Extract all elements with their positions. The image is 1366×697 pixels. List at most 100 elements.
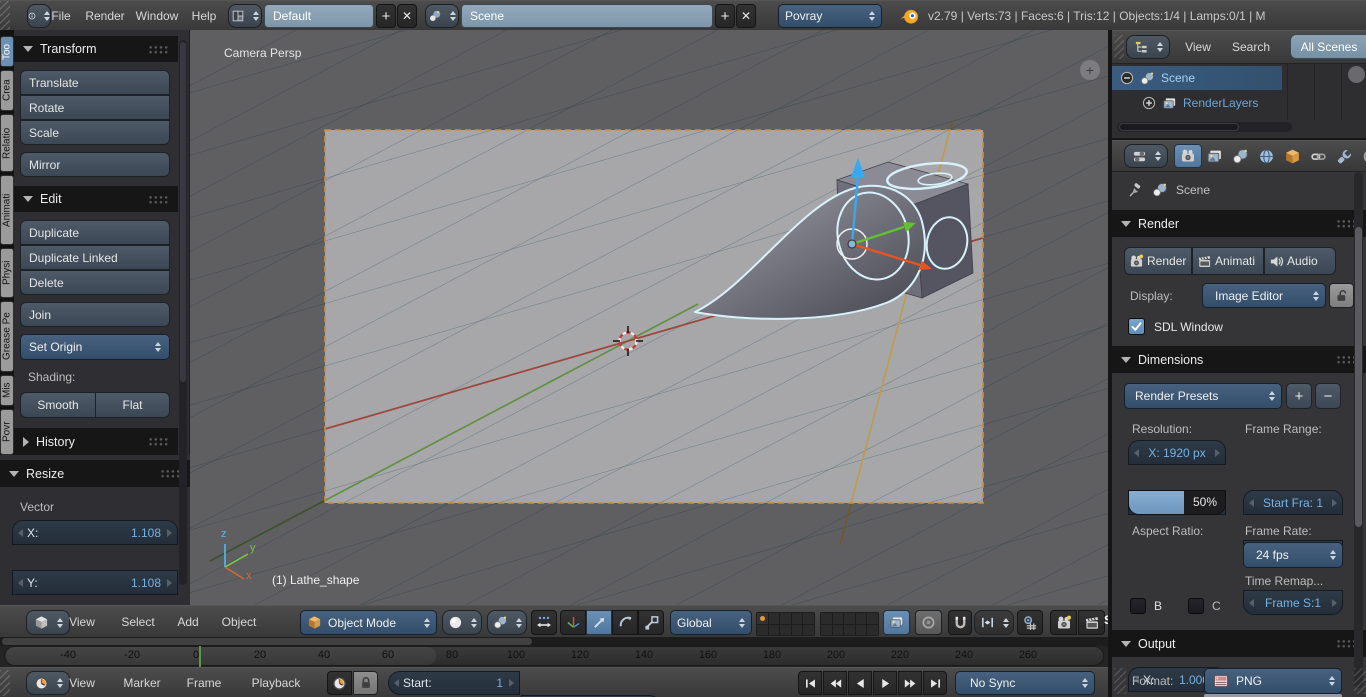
preset-add-button[interactable]: + [1286, 383, 1312, 409]
layer-cell[interactable] [792, 613, 803, 624]
resolution-percent-slider[interactable]: 50% [1128, 490, 1226, 515]
screen-layout-field[interactable]: Default [264, 4, 374, 28]
resize-x-field[interactable]: X:1.108 [12, 520, 178, 545]
scene-name-field[interactable]: Scene [461, 4, 713, 28]
layer-cell[interactable] [821, 625, 832, 636]
outliner-hscrollbar[interactable] [1117, 122, 1292, 132]
opengl-render-button[interactable] [1050, 610, 1077, 635]
scene-browse-button[interactable] [425, 4, 459, 28]
mirror-button[interactable]: Mirror [20, 152, 170, 177]
collapse-minus-icon[interactable] [1120, 71, 1134, 85]
scale-manipulator-button[interactable] [638, 610, 664, 635]
lock-to-scene-toggle[interactable] [883, 610, 910, 635]
snap-target-button[interactable] [1017, 610, 1043, 635]
layer-cell-active[interactable] [757, 613, 768, 624]
shade-smooth-button[interactable]: Smooth [20, 392, 96, 418]
layer-cell[interactable] [844, 625, 855, 636]
layer-cell[interactable] [844, 613, 855, 624]
mode-select[interactable]: Object Mode [300, 610, 437, 635]
layer-cell[interactable] [867, 613, 878, 624]
outliner-item-label[interactable]: Scene [1161, 71, 1195, 85]
panel-grip-icon[interactable] [148, 195, 169, 204]
layer-cell[interactable] [780, 625, 791, 636]
panel-header-output[interactable]: Output [1112, 630, 1366, 657]
duplicate-linked-button[interactable]: Duplicate Linked [20, 245, 170, 270]
duplicate-button[interactable]: Duplicate [20, 220, 170, 245]
resolution-x-field[interactable]: X: 1920 px [1128, 440, 1226, 465]
render-audio-button[interactable]: Audio [1264, 247, 1336, 275]
sync-mode-select[interactable]: No Sync [955, 671, 1095, 695]
crop-checkbox[interactable] [1188, 598, 1204, 614]
panel-grip-icon[interactable] [148, 45, 169, 54]
manipulator-toggle[interactable] [531, 610, 557, 635]
toolshelf-tab-povray[interactable]: Povr [0, 409, 14, 455]
layer-cell[interactable] [833, 613, 844, 624]
prev-keyframe-button[interactable] [823, 671, 847, 695]
layer-cell[interactable] [769, 613, 780, 624]
outliner-row-scene[interactable]: Scene [1112, 66, 1282, 90]
tab-object-icon[interactable] [1284, 148, 1301, 165]
translate-button[interactable]: Translate [20, 70, 170, 95]
render-presets-select[interactable]: Render Presets [1124, 383, 1282, 409]
timeline-scroll-strip[interactable] [0, 637, 1110, 646]
file-format-select[interactable]: PNG [1204, 668, 1342, 694]
corner-grip[interactable] [1354, 668, 1366, 694]
display-lock-button[interactable] [1329, 283, 1354, 308]
outliner-item-label[interactable]: RenderLayers [1183, 96, 1258, 110]
toolshelf-tab-grease-pencil[interactable]: Grease Pe [0, 301, 14, 372]
time-toggle-button[interactable] [327, 671, 352, 695]
orientation-select[interactable]: Global [670, 610, 752, 635]
layer-cell[interactable] [867, 625, 878, 636]
window-corner-grip[interactable] [0, 1, 10, 31]
corner-grip[interactable] [1114, 35, 1124, 59]
delete-button[interactable]: Delete [20, 270, 170, 295]
tab-world-icon[interactable] [1258, 148, 1275, 165]
viewport-3d[interactable]: Camera Persp z y x (1) Lathe_shape + [190, 30, 1110, 605]
timeline-ruler[interactable]: -40 -20 0 20 40 60 80 100 120 140 160 18… [0, 646, 1110, 667]
menu-playback[interactable]: Playback [243, 668, 309, 697]
tab-scene-icon[interactable] [1232, 148, 1249, 165]
outliner-vscroll-dot[interactable] [1348, 66, 1365, 83]
play-button[interactable] [873, 671, 897, 695]
layers-grid-2[interactable] [820, 612, 879, 636]
menu-view[interactable]: View [62, 668, 102, 697]
shade-flat-button[interactable]: Flat [96, 392, 170, 418]
proportional-edit-toggle[interactable] [915, 610, 942, 635]
tab-constraints-icon[interactable] [1310, 148, 1327, 165]
layer-cell[interactable] [803, 625, 814, 636]
menu-marker[interactable]: Marker [115, 668, 169, 697]
outliner-display-filter[interactable]: All Scenes [1290, 34, 1366, 59]
viewport-shading-select[interactable] [442, 610, 482, 635]
pivot-point-select[interactable] [487, 610, 527, 635]
viewport-canvas[interactable] [190, 30, 1110, 605]
menu-view[interactable]: View [62, 607, 102, 637]
scrollbar-handle[interactable] [180, 42, 186, 382]
toolshelf-tab-animation[interactable]: Animati [0, 175, 14, 245]
vertical-window-divider[interactable] [1108, 30, 1110, 697]
resize-y-field[interactable]: Y:1.108 [12, 570, 178, 595]
render-engine-select[interactable]: Povray [778, 4, 882, 28]
layer-cell[interactable] [757, 625, 768, 636]
toolshelf-scrollbar[interactable] [179, 40, 187, 585]
set-origin-menu[interactable]: Set Origin [20, 334, 170, 360]
layer-cell[interactable] [780, 613, 791, 624]
layer-cell[interactable] [821, 613, 832, 624]
menu-select[interactable]: Select [112, 607, 164, 637]
add-layout-button[interactable]: + [376, 4, 396, 28]
close-layout-button[interactable]: ✕ [397, 4, 417, 28]
layer-cell[interactable] [769, 625, 780, 636]
manipulator-axes-button[interactable] [560, 610, 586, 635]
screen-layout-icon-button[interactable] [228, 4, 262, 28]
menu-window[interactable]: Window [132, 1, 182, 31]
horizontal-window-divider[interactable] [1110, 138, 1366, 140]
panel-header-dimensions[interactable]: Dimensions [1112, 346, 1366, 373]
menu-help[interactable]: Help [186, 1, 222, 31]
jump-to-end-button[interactable] [923, 671, 947, 695]
add-scene-button[interactable]: + [715, 4, 735, 28]
current-frame-line[interactable] [199, 646, 201, 667]
editor-type-selector-properties[interactable] [1124, 144, 1168, 168]
preset-remove-button[interactable]: − [1315, 383, 1341, 409]
border-checkbox[interactable] [1130, 598, 1146, 614]
menu-file[interactable]: File [46, 1, 76, 31]
panel-grip-icon[interactable] [160, 469, 181, 478]
